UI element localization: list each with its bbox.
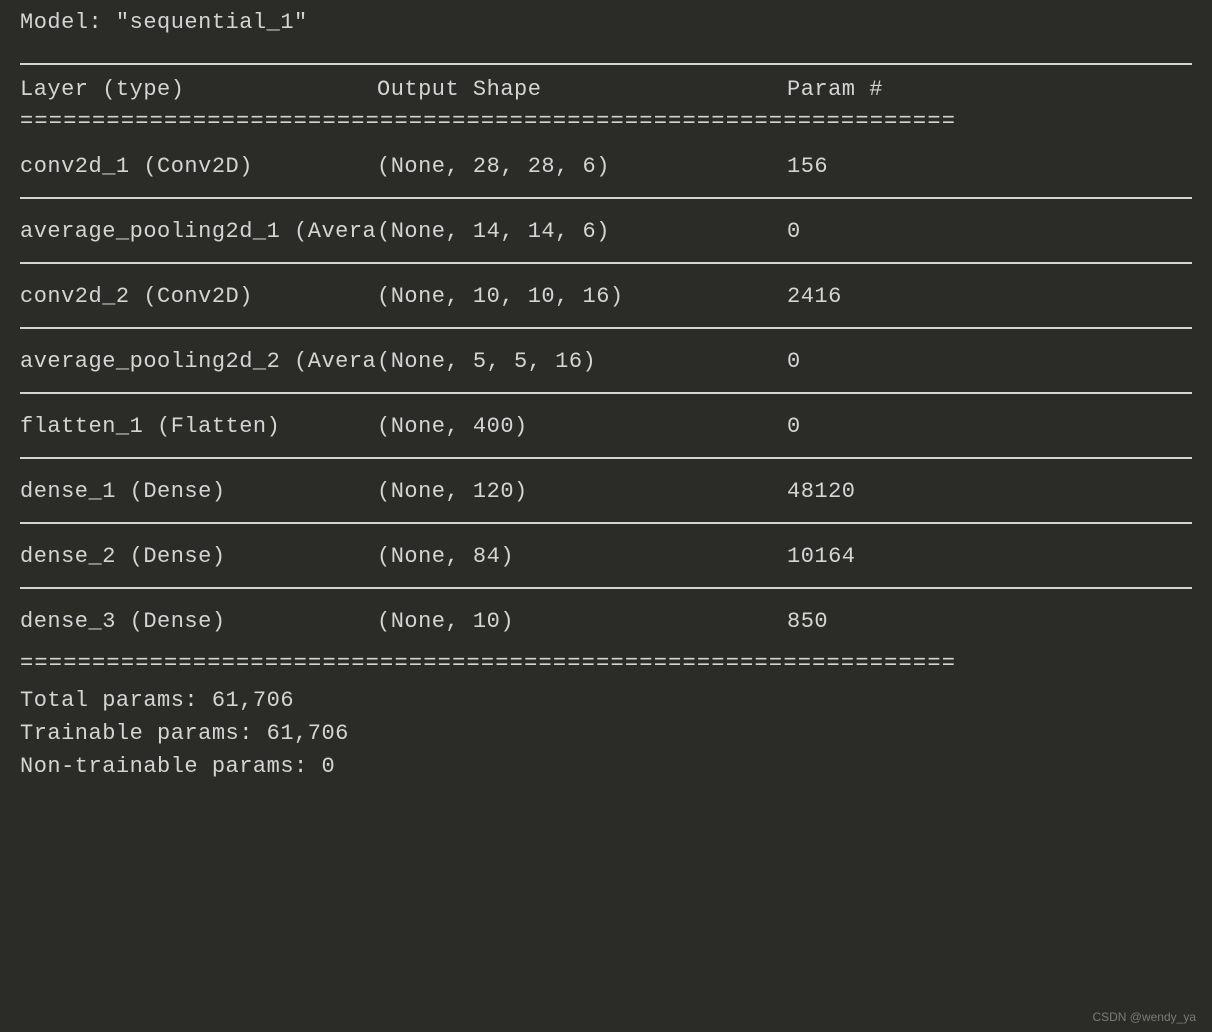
param-count-cell: 850 (777, 609, 828, 634)
param-count-cell: 0 (777, 349, 801, 374)
divider-eq-bottom: ========================================… (20, 653, 1192, 675)
output-shape-cell: (None, 14, 14, 6) (377, 219, 777, 244)
nontrainable-params: Non-trainable params: 0 (20, 750, 1192, 783)
table-row: average_pooling2d_2 (Average (None, 5, 5… (20, 329, 1192, 392)
total-params: Total params: 61,706 (20, 684, 1192, 717)
table-row: dense_1 (Dense) (None, 120) 48120 (20, 459, 1192, 522)
param-count-cell: 2416 (777, 284, 842, 309)
output-shape-cell: (None, 5, 5, 16) (377, 349, 777, 374)
header-param: Param # (777, 77, 883, 102)
header-layer: Layer (type) (20, 77, 377, 102)
output-shape-cell: (None, 84) (377, 544, 777, 569)
table-row: conv2d_2 (Conv2D) (None, 10, 10, 16) 241… (20, 264, 1192, 327)
table-row: average_pooling2d_1 (Average (None, 14, … (20, 199, 1192, 262)
table-row: conv2d_1 (Conv2D) (None, 28, 28, 6) 156 (20, 134, 1192, 197)
param-count-cell: 0 (777, 414, 801, 439)
table-row: flatten_1 (Flatten) (None, 400) 0 (20, 394, 1192, 457)
param-count-cell: 48120 (777, 479, 856, 504)
layers-table: conv2d_1 (Conv2D) (None, 28, 28, 6) 156 … (20, 134, 1192, 652)
layer-name-cell: average_pooling2d_1 (Average (20, 219, 377, 244)
output-shape-cell: (None, 10, 10, 16) (377, 284, 777, 309)
divider-eq-top: ========================================… (20, 111, 1192, 133)
table-header: Layer (type) Output Shape Param # (20, 65, 1192, 110)
trainable-params: Trainable params: 61,706 (20, 717, 1192, 750)
layer-name-cell: flatten_1 (Flatten) (20, 414, 377, 439)
layer-name-cell: dense_3 (Dense) (20, 609, 377, 634)
output-shape-cell: (None, 10) (377, 609, 777, 634)
table-row: dense_2 (Dense) (None, 84) 10164 (20, 524, 1192, 587)
output-shape-cell: (None, 120) (377, 479, 777, 504)
param-count-cell: 0 (777, 219, 801, 244)
param-count-cell: 156 (777, 154, 828, 179)
table-row: dense_3 (Dense) (None, 10) 850 (20, 589, 1192, 652)
totals-section: Total params: 61,706 Trainable params: 6… (20, 676, 1192, 783)
output-shape-cell: (None, 400) (377, 414, 777, 439)
param-count-cell: 10164 (777, 544, 856, 569)
layer-name-cell: dense_1 (Dense) (20, 479, 377, 504)
header-output: Output Shape (377, 77, 777, 102)
layer-name-cell: dense_2 (Dense) (20, 544, 377, 569)
watermark: CSDN @wendy_ya (1092, 1010, 1196, 1024)
layer-name-cell: conv2d_1 (Conv2D) (20, 154, 377, 179)
model-title: Model: "sequential_1" (20, 10, 1192, 35)
output-shape-cell: (None, 28, 28, 6) (377, 154, 777, 179)
layer-name-cell: average_pooling2d_2 (Average (20, 349, 377, 374)
layer-name-cell: conv2d_2 (Conv2D) (20, 284, 377, 309)
